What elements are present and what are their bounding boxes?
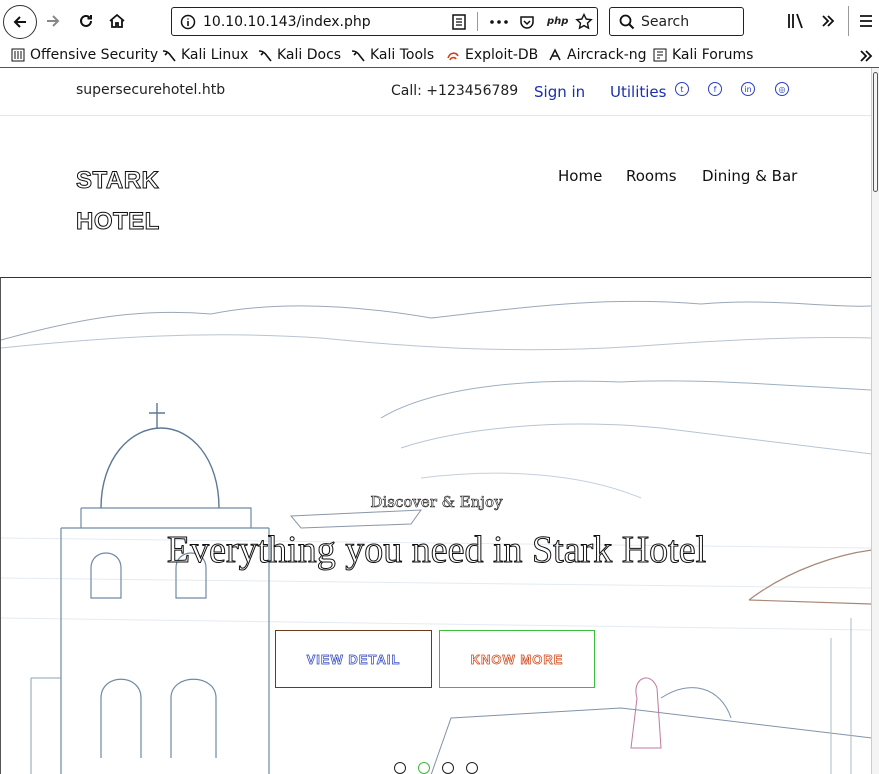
exploit-db-icon <box>447 52 459 61</box>
site-logo[interactable]: STARK HOTEL <box>76 160 160 242</box>
top-info-strip: supersecurehotel.htb Call: +123456789 Si… <box>0 68 871 116</box>
php-extension-icon[interactable]: php <box>547 16 568 27</box>
bookmark-kali-forums[interactable]: Kali Forums <box>653 45 753 65</box>
linkedin-icon[interactable]: in <box>741 82 755 96</box>
scrollbar-thumb[interactable] <box>873 72 878 192</box>
home-button[interactable] <box>101 5 133 37</box>
nav-home[interactable]: Home <box>558 167 602 185</box>
slider-dot[interactable] <box>466 762 478 774</box>
forward-arrow-icon <box>47 15 60 27</box>
hamburger-menu-icon[interactable] <box>859 14 873 28</box>
bookmark-kali-docs[interactable]: Kali Docs <box>258 45 341 65</box>
kali-dragon-icon <box>162 50 176 62</box>
bookmark-aircrack-ng[interactable]: Aircrack-ng <box>548 45 647 65</box>
phone-number: Call: +123456789 <box>391 83 519 99</box>
search-bar[interactable]: Search <box>609 7 744 36</box>
pocket-icon[interactable] <box>519 14 535 30</box>
page-scrollbar[interactable] <box>871 68 879 774</box>
slider-dot[interactable] <box>442 762 454 774</box>
dribbble-icon[interactable]: ◎ <box>775 82 789 96</box>
reload-button[interactable] <box>70 5 102 37</box>
bookmark-star-icon[interactable] <box>575 13 593 31</box>
bookmarks-bar: Offensive Security Kali Linux Kali Docs … <box>0 44 879 68</box>
forward-button[interactable] <box>37 5 69 37</box>
twitter-icon[interactable]: t <box>675 82 689 96</box>
hero-headline: Everything you need in Stark Hotel <box>166 529 707 572</box>
kali-dragon-icon <box>258 50 272 62</box>
url-bar[interactable]: 10.10.10.143/index.php php <box>171 7 598 36</box>
view-detail-button[interactable]: VIEW DETAIL <box>275 630 432 688</box>
search-icon <box>619 14 635 30</box>
search-placeholder: Search <box>641 14 690 30</box>
bookmarks-overflow-icon[interactable] <box>858 48 874 64</box>
offsec-icon <box>11 48 25 62</box>
bookmark-kali-linux[interactable]: Kali Linux <box>162 45 248 65</box>
hero-background-image <box>1 300 871 774</box>
library-icon[interactable] <box>787 12 805 30</box>
sign-in-link[interactable]: Sign in <box>534 83 585 101</box>
hero-kicker: Discover & Enjoy <box>370 493 503 512</box>
hero-slider: Discover & Enjoy Everything you need in … <box>0 277 871 774</box>
more-actions-icon[interactable] <box>490 20 508 24</box>
web-page: supersecurehotel.htb Call: +123456789 Si… <box>0 68 871 774</box>
utilities-link[interactable]: Utilities <box>610 83 666 101</box>
info-icon[interactable] <box>180 14 196 30</box>
back-button[interactable] <box>3 5 37 39</box>
site-domain: supersecurehotel.htb <box>76 82 226 98</box>
bookmark-exploit-db[interactable]: Exploit-DB <box>446 45 538 65</box>
bookmark-offensive-security[interactable]: Offensive Security <box>11 45 158 65</box>
logo-line-1: STARK <box>76 167 160 195</box>
reader-view-icon[interactable] <box>452 14 466 30</box>
nav-rooms[interactable]: Rooms <box>626 167 677 185</box>
home-icon <box>109 13 125 28</box>
slider-dot[interactable] <box>418 762 430 774</box>
bookmark-kali-tools[interactable]: Kali Tools <box>351 45 434 65</box>
nav-dining-bar[interactable]: Dining & Bar <box>702 167 797 185</box>
browser-toolbar: 10.10.10.143/index.php php Search <box>0 0 879 44</box>
forum-icon <box>653 48 667 62</box>
reload-icon <box>80 14 92 27</box>
back-arrow-icon <box>13 16 26 28</box>
url-text: 10.10.10.143/index.php <box>203 14 371 30</box>
know-more-button[interactable]: KNOW MORE <box>439 630 595 688</box>
slider-dot[interactable] <box>394 762 406 774</box>
overflow-chevron-icon[interactable] <box>820 13 836 29</box>
facebook-icon[interactable]: f <box>708 82 722 96</box>
kali-dragon-icon <box>351 50 365 62</box>
logo-line-2: HOTEL <box>76 208 160 236</box>
aircrack-icon <box>549 48 561 61</box>
